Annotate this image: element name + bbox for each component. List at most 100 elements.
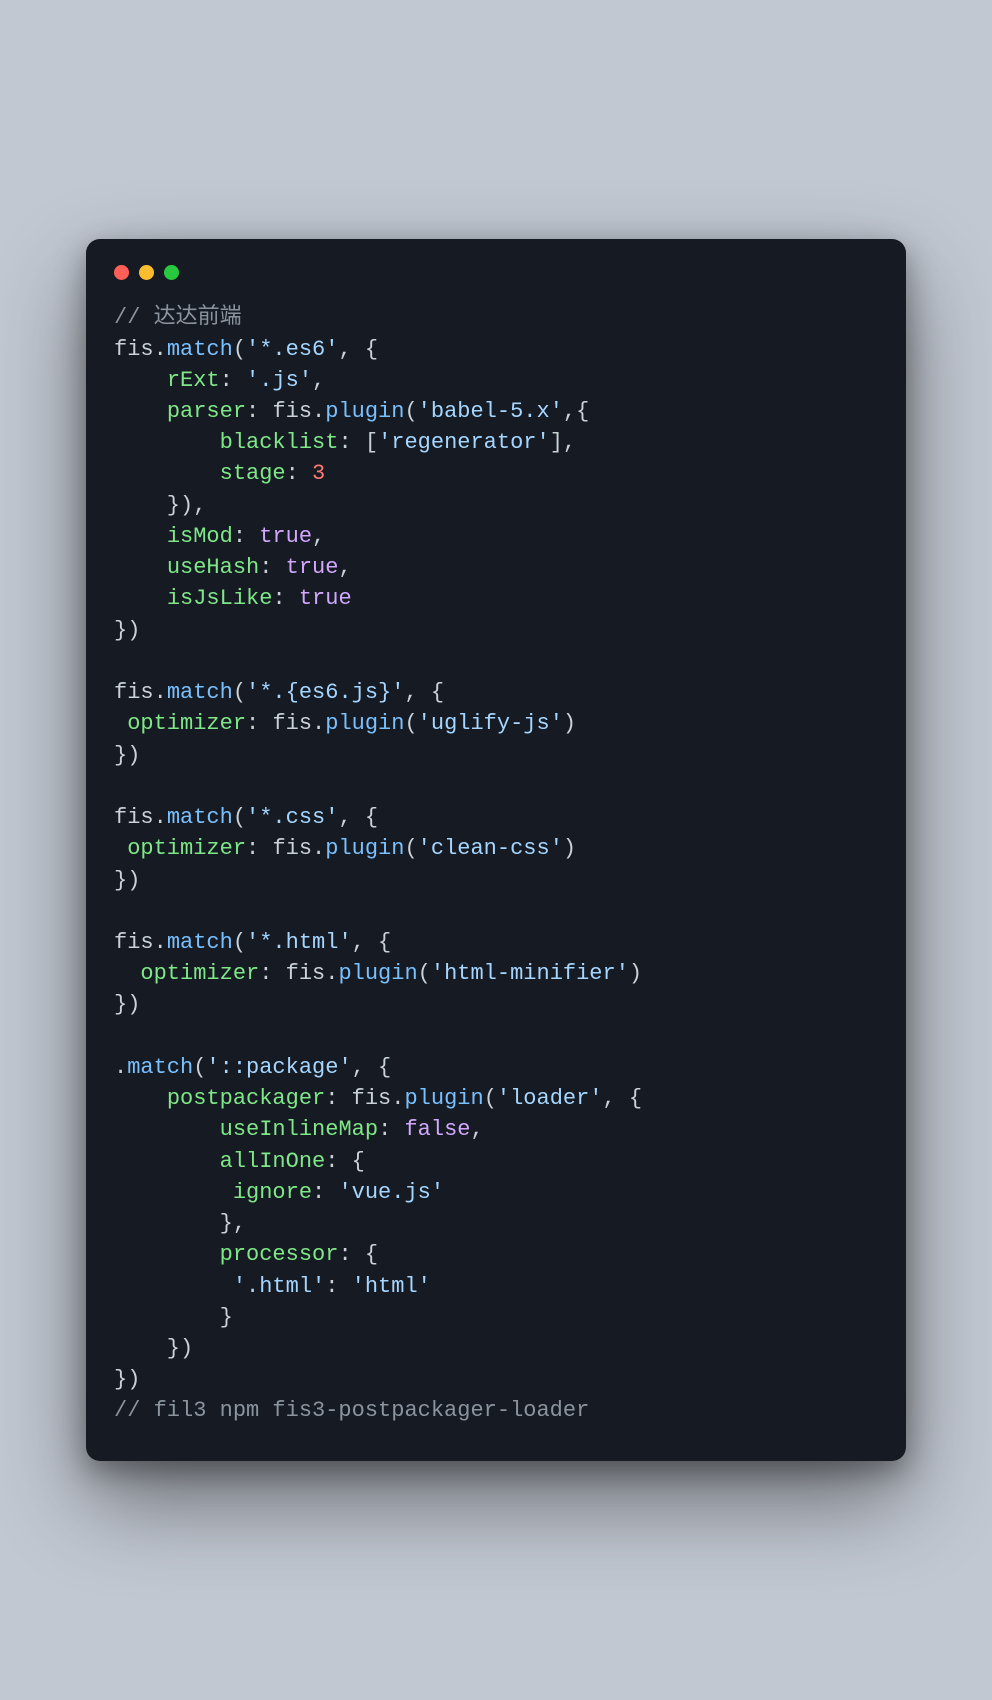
token-prop: optimizer [127,711,246,736]
token-prop: allInOne [220,1149,326,1174]
token-punc: . [391,1086,404,1111]
token-punc: . [114,1055,127,1080]
token-bool: true [259,524,312,549]
zoom-icon[interactable] [164,265,179,280]
token-punc: , [312,524,325,549]
token-comment: // fil3 npm fis3-postpackager-loader [114,1398,589,1423]
token-punc: : { [338,1242,378,1267]
token-punc [114,555,167,580]
token-punc: , [312,368,325,393]
token-punc: : { [325,1149,365,1174]
token-punc: ) [629,961,642,986]
token-string: 'html-minifier' [431,961,629,986]
token-punc: }, [114,1211,246,1236]
token-punc [114,1242,220,1267]
token-punc [114,1180,233,1205]
token-punc [114,1086,167,1111]
token-punc [114,711,127,736]
token-prop: optimizer [127,836,246,861]
minimize-icon[interactable] [139,265,154,280]
token-prop: isMod [167,524,233,549]
token-obj: fis [114,930,154,955]
token-bool: true [299,586,352,611]
token-func: plugin [325,399,404,424]
token-punc: : [325,1086,351,1111]
token-func: plugin [338,961,417,986]
code-block: // 达达前端 fis.match('*.es6', { rExt: '.js'… [114,302,878,1426]
token-punc: : [272,586,298,611]
token-func: match [167,680,233,705]
token-obj: fis [272,711,312,736]
token-punc: : [220,368,246,393]
token-punc: , { [603,1086,643,1111]
token-prop: useHash [167,555,259,580]
token-punc: , { [338,805,378,830]
token-punc: : [246,836,272,861]
token-obj: fis [114,680,154,705]
token-prop: rExt [167,368,220,393]
token-prop: parser [167,399,246,424]
token-punc: : [378,1117,404,1142]
token-punc: , { [404,680,444,705]
token-punc: ( [233,337,246,362]
token-punc: }), [114,493,206,518]
token-punc: ( [484,1086,497,1111]
token-func: match [167,805,233,830]
token-bool: true [286,555,339,580]
token-string: '*.html' [246,930,352,955]
token-obj: fis [272,836,312,861]
token-punc: : [312,1180,338,1205]
token-func: plugin [325,711,404,736]
token-string: 'uglify-js' [418,711,563,736]
token-punc: , { [352,1055,392,1080]
token-punc: ( [404,836,417,861]
token-prop: useInlineMap [220,1117,378,1142]
token-punc: ,{ [563,399,589,424]
token-punc [114,1117,220,1142]
token-punc: ( [418,961,431,986]
token-punc: }) [114,992,140,1017]
token-punc: ], [550,430,576,455]
token-punc [114,961,140,986]
token-comment: // 达达前端 [114,305,242,330]
token-punc: }) [114,743,140,768]
token-punc: : [259,555,285,580]
token-prop: ignore [233,1180,312,1205]
token-string: 'vue.js' [338,1180,444,1205]
token-string: 'babel-5.x' [418,399,563,424]
token-string: 'regenerator' [378,430,550,455]
token-punc: : [286,461,312,486]
token-string: 'html' [352,1274,431,1299]
token-punc [114,586,167,611]
token-func: match [167,930,233,955]
window-titlebar [114,265,878,280]
token-string: '::package' [206,1055,351,1080]
token-func: match [127,1055,193,1080]
token-punc: . [325,961,338,986]
token-string: '*.css' [246,805,338,830]
token-punc [114,430,220,455]
token-punc: : [325,1274,351,1299]
token-string: '*.es6' [246,337,338,362]
token-punc: }) [114,1367,140,1392]
token-string: 'loader' [497,1086,603,1111]
token-punc: : [246,399,272,424]
token-punc: . [154,930,167,955]
token-prop: blacklist [220,430,339,455]
token-punc [114,368,167,393]
token-prop: processor [220,1242,339,1267]
token-punc [114,836,127,861]
token-string: '.html' [233,1274,325,1299]
token-punc: . [154,680,167,705]
token-obj: fis [114,337,154,362]
token-punc: , { [352,930,392,955]
token-punc [114,1149,220,1174]
token-string: '*.{es6.js}' [246,680,404,705]
token-func: plugin [404,1086,483,1111]
token-prop: stage [220,461,286,486]
close-icon[interactable] [114,265,129,280]
token-punc: : [259,961,285,986]
token-func: match [167,337,233,362]
token-punc [114,399,167,424]
token-punc: ( [404,711,417,736]
